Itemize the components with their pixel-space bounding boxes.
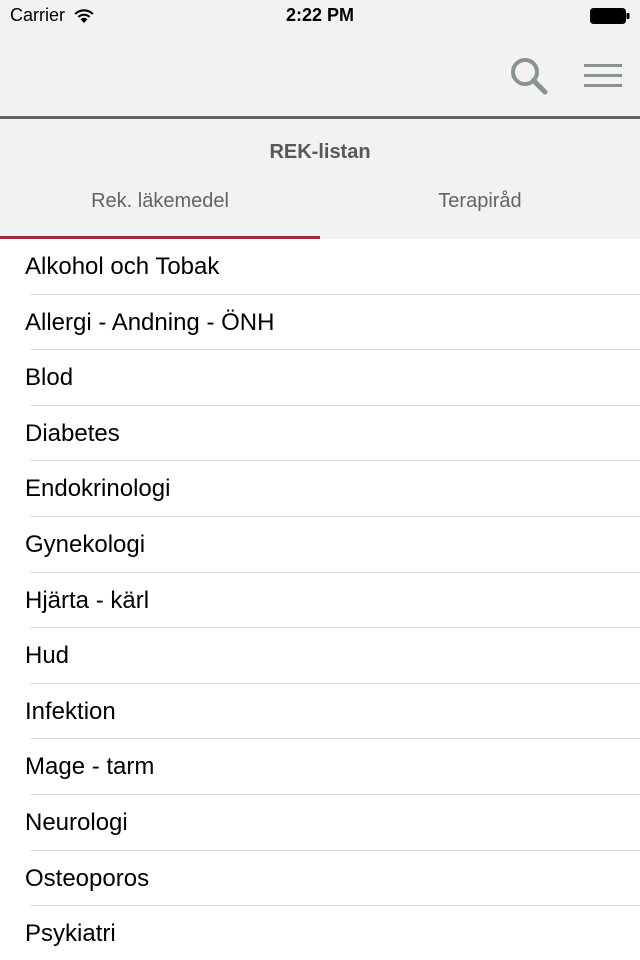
category-list: Alkohol och Tobak Allergi - Andning - ÖN… xyxy=(0,239,640,960)
list-item-label: Mage - tarm xyxy=(25,753,155,781)
navigation-bar xyxy=(0,40,640,116)
search-icon xyxy=(511,58,548,95)
tab-terapirad[interactable]: Terapiråd xyxy=(320,179,640,239)
list-item-label: Diabetes xyxy=(25,419,120,447)
battery-icon xyxy=(590,8,630,24)
status-time: 2:22 PM xyxy=(285,5,355,25)
list-item-label: Hjärta - kärl xyxy=(25,586,150,614)
list-item-label: Alkohol och Tobak xyxy=(25,253,220,280)
list-item[interactable]: Alkohol och Tobak xyxy=(25,239,640,295)
menu-button[interactable] xyxy=(580,53,626,99)
list-item-label: Osteoporos xyxy=(25,864,150,892)
list-item[interactable]: Endokrinologi xyxy=(25,461,640,517)
status-bar: Carrier 2:22 PM xyxy=(0,0,640,40)
page-title: REK-listan xyxy=(269,141,371,163)
list-item[interactable]: Osteoporos xyxy=(25,851,640,907)
list-item-label: Psykiatri xyxy=(25,920,116,948)
list-item-label: Blod xyxy=(25,364,74,392)
hamburger-menu-icon xyxy=(584,64,622,87)
list-item[interactable]: Psykiatri xyxy=(25,906,640,960)
list-item[interactable]: Neurologi xyxy=(25,795,640,851)
search-button[interactable] xyxy=(506,53,552,99)
list-item-label: Neurologi xyxy=(25,808,128,836)
list-item[interactable]: Gynekologi xyxy=(25,517,640,573)
screen: Carrier 2:22 PM REK-listan Rek. läkemede… xyxy=(0,0,640,960)
tab-label: Terapiråd xyxy=(438,190,522,212)
list-item-label: Allergi - Andning - ÖNH xyxy=(25,308,275,336)
list-item[interactable]: Hud xyxy=(25,628,640,684)
tab-rek-lakemedel[interactable]: Rek. läkemedel xyxy=(0,179,320,239)
tab-label: Rek. läkemedel xyxy=(91,190,229,212)
list-item[interactable]: Hjärta - kärl xyxy=(25,573,640,629)
list-item[interactable]: Diabetes xyxy=(25,406,640,462)
list-item-label: Gynekologi xyxy=(25,530,146,558)
list-item[interactable]: Infektion xyxy=(25,684,640,740)
list-item-label: Hud xyxy=(25,642,70,670)
list-item[interactable]: Blod xyxy=(25,350,640,406)
list-item-label: Infektion xyxy=(25,697,116,725)
list-item-label: Endokrinologi xyxy=(25,475,171,503)
list-item[interactable]: Allergi - Andning - ÖNH xyxy=(25,295,640,351)
list-item[interactable]: Mage - tarm xyxy=(25,739,640,795)
section-header: REK-listan Rek. läkemedel Terapiråd xyxy=(0,119,640,239)
